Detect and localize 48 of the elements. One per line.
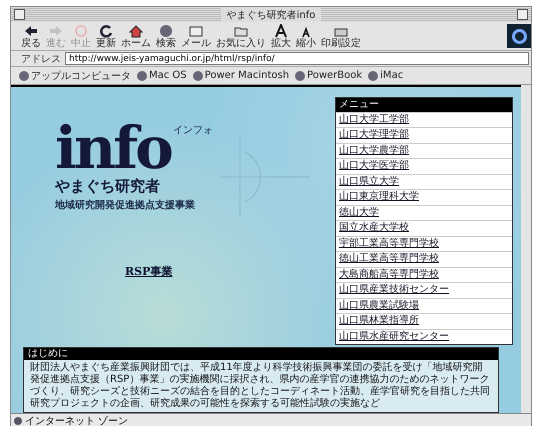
intro-text: 財団法人やまぐち産業振興財団では、平成11年度より科学技術振興事業団の委託を受け「地域研究開発促進拠点支援（RSP）事業」の実施機関に採択され、県内の産学官の連携協力のためのネットワークづくり、研究シーズと技術ニーズの結合を目的としたコーディネート活動、産学官研究を目指した共同研究プロジェクトの企画、研究成果の可能性を探索する可能性試験の実施など — [29, 360, 491, 411]
rsp-link[interactable]: RSP事業 — [125, 264, 172, 278]
menu-link[interactable]: 山口県立大学 — [336, 174, 512, 189]
favorite-button[interactable]: Power Macintosh — [192, 70, 290, 81]
toolbar-button[interactable]: 戻る — [19, 24, 43, 48]
letter-size-icon — [273, 24, 289, 38]
menu-link[interactable]: 山口大学医学部 — [336, 158, 512, 174]
toolbar-button[interactable]: お気に入り — [214, 24, 268, 48]
logo-title: やまぐち研究者 — [55, 176, 160, 196]
favorite-button[interactable]: iMac — [368, 70, 404, 81]
favorite-button[interactable]: PowerBook — [295, 70, 362, 81]
arrow-icon — [23, 24, 39, 38]
favorite-button[interactable]: アップルコンピュータ — [19, 68, 131, 82]
menu-link[interactable]: 山口大学農学部 — [336, 142, 512, 158]
menu-link[interactable]: 山口県水産研究センター — [336, 328, 512, 344]
address-label: アドレス — [21, 52, 61, 66]
refresh-icon — [98, 24, 114, 38]
toolbar-button[interactable]: 検索 — [154, 24, 178, 48]
menu-link[interactable]: 宇部工業高等専門学校 — [336, 236, 512, 251]
close-box[interactable] — [14, 9, 25, 20]
zoom-box[interactable] — [516, 9, 528, 20]
toolbar-button[interactable]: 印刷設定 — [319, 24, 363, 48]
envelope-icon — [188, 24, 204, 38]
toolbar-button[interactable]: 更新 — [94, 24, 118, 48]
house-icon — [128, 24, 144, 38]
toolbar-button[interactable]: 縮小 — [294, 24, 318, 48]
menu-link[interactable]: 山口大学理学部 — [336, 127, 512, 142]
menu-heading: メニュー — [336, 98, 512, 112]
menu-link[interactable]: 山口東京理科大学 — [336, 189, 512, 204]
arrow-icon — [48, 24, 64, 38]
toolbar-button[interactable]: ホーム — [119, 24, 153, 48]
logo-subtitle: 地域研究開発促進拠点支援事業 — [55, 198, 195, 212]
intro-heading: はじめに — [24, 348, 498, 360]
window-title: やまぐち研究者info — [220, 8, 322, 22]
menu-link[interactable]: 山口県産業技術センター — [336, 282, 512, 298]
menu-link[interactable]: 山口県林業指導所 — [336, 313, 512, 328]
menu-link[interactable]: 徳山大学 — [336, 204, 512, 220]
menu-link[interactable]: 徳山工業高等専門学校 — [336, 251, 512, 266]
stop-icon — [73, 24, 89, 38]
favorite-button[interactable]: Mac OS — [137, 70, 187, 81]
menu-link[interactable]: 山口県農業試験場 — [336, 298, 512, 313]
toolbar-button[interactable]: メール — [179, 24, 213, 48]
menu-link[interactable]: 国立水産大学校 — [336, 220, 512, 236]
menu-link[interactable]: 山口大学工学部 — [336, 112, 512, 127]
address-field[interactable]: http://www.jeis-yamaguchi.or.jp/html/rsp/info/ — [65, 52, 529, 65]
status-bar: インターネット ゾーン — [11, 413, 531, 426]
toolbar-button[interactable]: 拡大 — [269, 24, 293, 48]
menu-link[interactable]: 大島商船高等専門学校 — [336, 266, 512, 282]
